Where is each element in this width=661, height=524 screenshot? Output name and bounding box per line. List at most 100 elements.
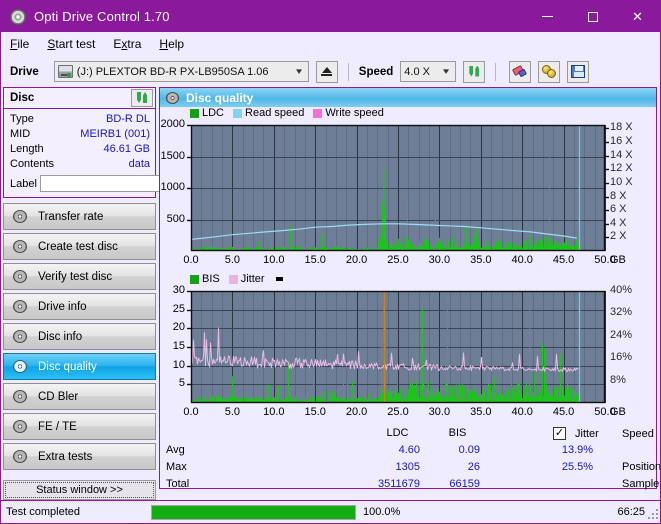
y2-axis-tick: 8 X (610, 189, 627, 202)
stats-speed-label: Speed (622, 428, 654, 440)
chart-top-plot (187, 124, 609, 252)
sidebar-item-create-test-disc[interactable]: Create test disc (3, 233, 156, 260)
legend-item: LDC (190, 107, 224, 119)
eject-icon (321, 67, 333, 76)
x-axis-tick: 20.0 (345, 254, 368, 266)
stats-total-ldc: 3511679 (377, 478, 420, 490)
refresh-button[interactable] (463, 60, 486, 83)
disc-value-mid: MEIRB1 (001) (80, 128, 150, 140)
sidebar-item-cd-bler[interactable]: CD Bler (3, 383, 156, 410)
stats-row-max-label: Max (166, 461, 187, 473)
left-sidebar: Disc Type BD-R DL MID MEIRB1 (001) Lengt… (1, 87, 248, 500)
x-axis-tick: 30.0 (428, 406, 451, 418)
y-axis-tick: 15 (172, 340, 185, 352)
y2-axis-tick: 2 X (610, 230, 627, 243)
window-controls: ✕ (525, 1, 660, 32)
y-axis-tick: 1500 (160, 149, 185, 162)
stats-header-ldc: LDC (386, 427, 409, 439)
sidebar-item-fe-te[interactable]: FE / TE (3, 413, 156, 440)
menu-item-help[interactable]: Help (159, 37, 184, 51)
y2-axis-tick: 6 X (610, 203, 627, 216)
speed-select[interactable]: 4.0 X ▾ (400, 61, 457, 82)
floppy-save-icon (571, 65, 586, 78)
drive-label: Drive (10, 65, 39, 78)
x-axis-tick: 45.0 (552, 406, 575, 418)
x-axis-tick: 35.0 (470, 254, 492, 266)
status-window-button[interactable]: Status window >> (3, 480, 156, 500)
y2-axis-tick: 16% (610, 351, 633, 364)
chart-bottom-legend: BIS Jitter (190, 273, 283, 285)
stats-samples-label: Samples (622, 478, 661, 490)
y-axis-tick: 25 (172, 302, 185, 315)
refresh-icon (467, 65, 481, 79)
stats-total-bis: 66159 (449, 478, 480, 490)
panel-header: Disc quality (160, 88, 656, 107)
drive-select[interactable]: (J:) PLEXTOR BD-R PX-LB950SA 1.06 ▾ (53, 61, 309, 82)
erase-button[interactable] (509, 60, 532, 83)
close-button[interactable]: ✕ (615, 1, 660, 32)
x-axis-tick: 10.0 (263, 254, 285, 266)
chart-bottom-plot (187, 290, 606, 404)
y2-axis-tick: 4 X (610, 216, 627, 229)
drive-select-value: (J:) PLEXTOR BD-R PX-LB950SA 1.06 (76, 65, 269, 78)
disc-value-contents: data (128, 158, 150, 170)
disc-properties: Type BD-R DL MID MEIRB1 (001) Length 46.… (4, 109, 248, 197)
disc-value-type: BD-R DL (105, 113, 150, 125)
menu-item-file[interactable]: FFileile (10, 37, 29, 51)
chevron-down-icon: ▾ (295, 66, 302, 76)
maximize-button[interactable] (570, 1, 615, 32)
x-axis-tick: 10.0 (263, 406, 285, 418)
eject-button[interactable] (315, 60, 338, 83)
stats-avg-bis: 0.09 (458, 444, 480, 456)
disc-refresh-button[interactable] (131, 89, 153, 107)
content-panel: Disc quality LDC Read speed Write speed 20… (159, 87, 660, 490)
sidebar-item-disc-info[interactable]: Disc info (3, 323, 156, 350)
x-axis-tick: 45.0 (552, 254, 575, 266)
disc-row-mid: MID MEIRB1 (001) (10, 127, 150, 142)
window-title: Opti Drive Control 1.70 (34, 9, 170, 24)
jitter-checkbox[interactable]: ✓ (553, 427, 566, 440)
legend-swatch (190, 108, 199, 118)
sidebar-item-drive-info[interactable]: Drive info (3, 293, 156, 320)
sidebar-item-extra-tests[interactable]: Extra tests (3, 443, 156, 470)
grip-dot (648, 517, 650, 519)
legend-item: BIS (190, 273, 220, 285)
x-axis-tick: 5.0 (224, 406, 241, 418)
save-button[interactable] (567, 60, 590, 83)
chart-top: LDC Read speed Write speed 2000 1500 1000 500… (160, 107, 656, 273)
eraser-icon (511, 65, 528, 78)
stats-header-bis: BIS (448, 427, 467, 439)
sidebar-item-verify-test-disc[interactable]: Verify test disc (3, 263, 156, 290)
coins-icon (541, 65, 557, 78)
legend-label: Write speed (325, 107, 384, 119)
y-axis-tick: 2000 (160, 118, 185, 130)
stats-row-total-label: Total (166, 478, 190, 490)
menu-item-start-test[interactable]: Start test (47, 37, 95, 51)
grip-dot (656, 513, 658, 515)
disc-key-length: Length (10, 143, 44, 155)
sidebar-item-transfer-rate[interactable]: Transfer rate (3, 203, 156, 230)
x-axis-tick: 40.0 (511, 254, 533, 266)
resize-grip[interactable] (648, 509, 659, 520)
sidebar-label: Verify test disc (38, 270, 113, 283)
disc-value-length: 46.61 GB (103, 143, 150, 155)
title-bar: Opti Drive Control 1.70 ✕ (1, 1, 660, 32)
legend-item: Read speed (233, 107, 304, 119)
disc-key-type: Type (10, 113, 34, 125)
menu-item-extra[interactable]: Extra (113, 37, 141, 51)
chevron-down-icon: ▾ (443, 66, 450, 76)
stats-panel: LDC BIS Avg Max Total 4.60 1305 3511679 … (160, 425, 660, 490)
extra-tools-button[interactable] (538, 60, 561, 83)
disc-info-panel: Disc Type BD-R DL MID MEIRB1 (001) Lengt… (3, 87, 248, 198)
y2-axis-tick: 32% (610, 306, 633, 319)
minimize-button[interactable] (525, 1, 570, 32)
sidebar-item-disc-quality[interactable]: Disc quality (3, 353, 156, 380)
stats-jitter-avg: 13.9% (561, 444, 594, 456)
stats-position-label: Position (622, 461, 661, 473)
disc-icon (13, 300, 27, 313)
disc-key-contents: Contents (10, 158, 55, 170)
grip-dot (652, 517, 654, 519)
nav-list: Transfer rate Create test disc Verify te… (1, 203, 159, 470)
x-axis-tick: 30.0 (428, 254, 451, 266)
disc-row-contents: Contents data (10, 157, 150, 172)
